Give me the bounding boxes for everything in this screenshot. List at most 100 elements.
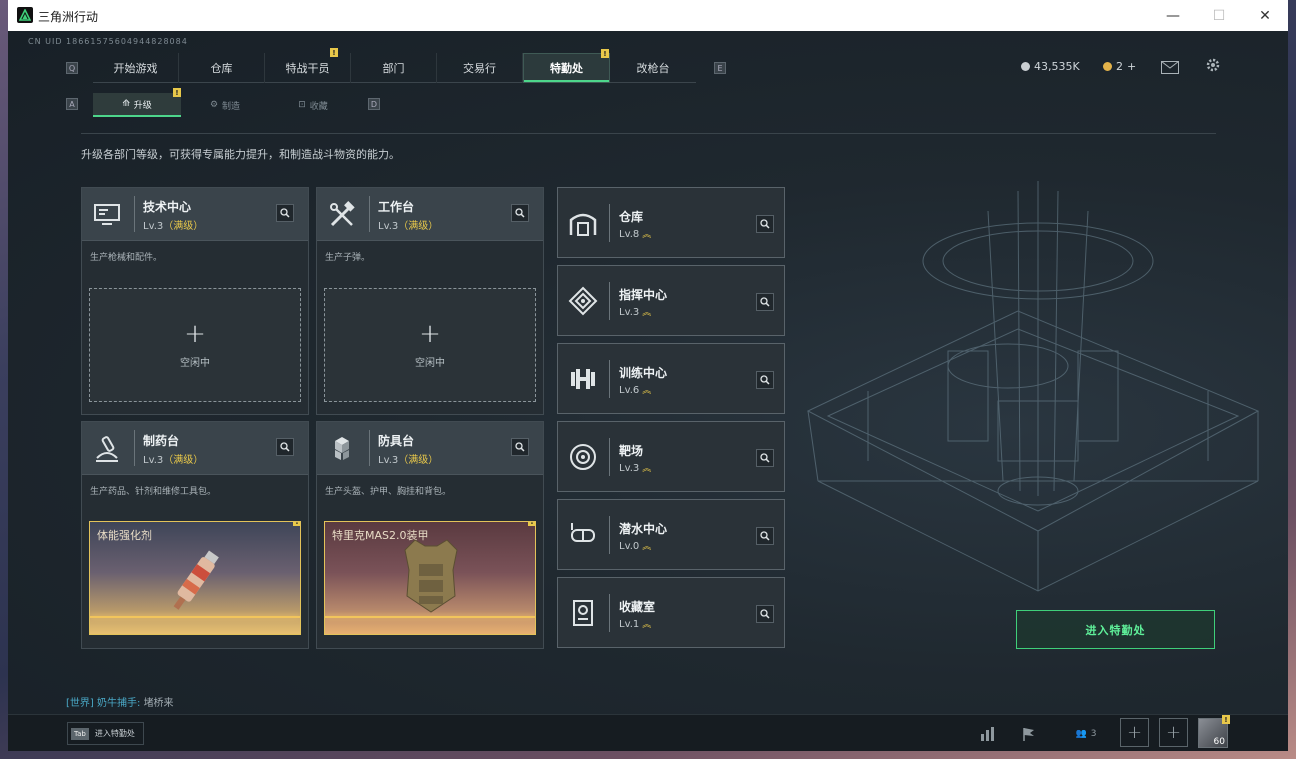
facility-card-collection-room[interactable]: 收藏室 Lv.1 ︽ [557, 577, 785, 648]
facility-level: Lv.6 ︽ [619, 383, 651, 396]
add-currency-button[interactable]: + [1127, 60, 1136, 73]
workshop-card-armory[interactable]: 防具台 Lv.3（满级） 生产头盔、护甲、胸挂和背包。 特里克MAS2.0装甲 … [316, 421, 544, 649]
facility-level: Lv.1 ︽ [619, 617, 651, 630]
flag-icon[interactable] [1013, 718, 1045, 750]
squad-count: 3 [1090, 729, 1097, 739]
level-text: Lv.3 [378, 455, 399, 466]
subnav-key-a: A [66, 98, 78, 110]
tab-warehouse[interactable]: 仓库 [179, 53, 265, 83]
facility-name: 训练中心 [619, 366, 668, 380]
game-window: 三角洲行动 — ☐ ✕ CN UID 18661575604944828084 … [8, 0, 1288, 751]
silver-amount: 43,535K [1034, 60, 1080, 73]
separator [134, 430, 135, 466]
workshop-level: Lv.3（满级） [143, 451, 203, 466]
stats-chart-icon[interactable] [972, 718, 1004, 750]
search-icon[interactable] [756, 371, 774, 389]
squad-members[interactable]: 👥 3 [1066, 718, 1106, 750]
workshop-card-pharmacy[interactable]: 制药台 Lv.3（满级） 生产药品、针剂和维修工具包。 体能强化剂 ! [81, 421, 309, 649]
settings-gear-icon[interactable] [1205, 57, 1221, 77]
tab-label: 交易行 [463, 62, 496, 75]
close-button[interactable]: ✕ [1242, 0, 1288, 31]
facility-card-shooting-range[interactable]: 靶场 Lv.3 ︽ [557, 421, 785, 492]
subtab-collection[interactable]: ⊡ 收藏 [269, 93, 357, 117]
search-icon[interactable] [756, 527, 774, 545]
collection-icon: ⊡ [298, 100, 306, 110]
shooting-range-icon [568, 442, 598, 472]
production-slot-item[interactable]: 体能强化剂 ! [89, 521, 301, 635]
search-icon[interactable] [511, 204, 529, 222]
page-description: 升级各部门等级，可获得专属能力提升，和制造战斗物资的能力。 [81, 148, 400, 161]
upgradable-chevron-icon: ︽ [642, 620, 652, 630]
tab-trading[interactable]: 交易行 [437, 53, 523, 83]
alert-badge: ! [601, 49, 609, 58]
enter-special-ops-button[interactable]: 进入特勤处 [1016, 610, 1215, 649]
training-center-icon [568, 364, 598, 394]
search-icon[interactable] [276, 438, 294, 456]
maximize-button[interactable]: ☐ [1196, 0, 1242, 31]
search-icon[interactable] [276, 204, 294, 222]
search-icon[interactable] [511, 438, 529, 456]
search-icon[interactable] [756, 293, 774, 311]
separator [609, 282, 610, 320]
tab-shortcut-hint[interactable]: Tab 进入特勤处 [67, 722, 144, 745]
workshop-level: Lv.3（满级） [378, 451, 438, 466]
facility-card-command-center[interactable]: 指挥中心 Lv.3 ︽ [557, 265, 785, 336]
tab-operators[interactable]: 特战干员! [265, 48, 351, 83]
production-slot-idle[interactable]: + 空闲中 [89, 288, 301, 402]
search-icon[interactable] [756, 215, 774, 233]
mail-icon[interactable] [1161, 59, 1179, 78]
subtab-craft[interactable]: ⚙ 制造 [181, 93, 269, 117]
app-logo-icon [17, 7, 33, 23]
workshop-card-tech-center[interactable]: 技术中心 Lv.3（满级） 生产枪械和配件。 + 空闲中 [81, 187, 309, 415]
subtab-label: 制造 [222, 101, 241, 112]
level-text: Lv.6 [619, 385, 640, 396]
card-header: 技术中心 Lv.3（满级） [82, 188, 308, 241]
squad-icon: 👥 [1075, 729, 1087, 739]
subtab-upgrade[interactable]: ⟰ 升级! [93, 88, 181, 117]
facility-card-training-center[interactable]: 训练中心 Lv.6 ︽ [557, 343, 785, 414]
upgradable-chevron-icon: ︽ [642, 542, 652, 552]
workshop-card-workbench[interactable]: 工作台 Lv.3（满级） 生产子弹。 + 空闲中 [316, 187, 544, 415]
card-header: 制药台 Lv.3（满级） [82, 422, 308, 475]
max-level-tag: （满级） [398, 455, 439, 466]
tab-label: 改枪台 [636, 62, 670, 75]
stimulant-injector-icon [173, 550, 219, 610]
tab-gunsmith[interactable]: 改枪台 [610, 53, 696, 83]
alert-badge: ! [330, 48, 338, 57]
subtab-label: 收藏 [309, 101, 328, 112]
gold-coin-icon [1103, 62, 1112, 71]
title-bar: 三角洲行动 — ☐ ✕ [8, 0, 1288, 31]
level-text: Lv.1 [619, 619, 640, 630]
facility-blueprint-illustration [806, 181, 1260, 592]
silver-currency[interactable]: 43,535K [1021, 60, 1080, 73]
diving-center-icon [568, 520, 598, 550]
invite-slot-button[interactable]: + [1159, 718, 1188, 747]
invite-slot-button[interactable]: + [1120, 718, 1149, 747]
tab-label: 部门 [382, 62, 405, 75]
workshop-description: 生产枪械和配件。 [90, 253, 163, 263]
facility-card-warehouse[interactable]: 仓库 Lv.8 ︽ [557, 187, 785, 258]
workshop-description: 生产头盔、护甲、胸挂和背包。 [325, 487, 452, 497]
facility-name: 收藏室 [619, 600, 656, 614]
tab-start-game[interactable]: 开始游戏 [93, 53, 179, 83]
divider [81, 133, 1216, 134]
separator [609, 516, 610, 554]
tab-department[interactable]: 部门 [351, 53, 437, 83]
upgradable-chevron-icon: ︽ [642, 230, 652, 240]
upgradable-chevron-icon: ︽ [642, 308, 652, 318]
product-name: 体能强化剂 [97, 529, 152, 542]
search-icon[interactable] [756, 449, 774, 467]
subtab-label: 升级 [133, 100, 152, 111]
minimize-button[interactable]: — [1150, 0, 1196, 31]
search-icon[interactable] [756, 605, 774, 623]
player-avatar[interactable]: 60 ! [1198, 715, 1230, 748]
facility-card-diving-center[interactable]: 潜水中心 Lv.0 ︽ [557, 499, 785, 570]
production-slot-item[interactable]: 特里克MAS2.0装甲 ! [324, 521, 536, 635]
world-chat-message[interactable]: [世界] 奶牛捕手: 堵桥来 [66, 694, 174, 709]
tab-label: 开始游戏 [113, 62, 158, 75]
facility-name: 指挥中心 [619, 288, 668, 302]
gold-currency[interactable]: 2 + [1103, 60, 1136, 73]
tab-special-ops[interactable]: 特勤处! [523, 49, 610, 83]
max-level-tag: （满级） [398, 221, 439, 232]
production-slot-idle[interactable]: + 空闲中 [324, 288, 536, 402]
